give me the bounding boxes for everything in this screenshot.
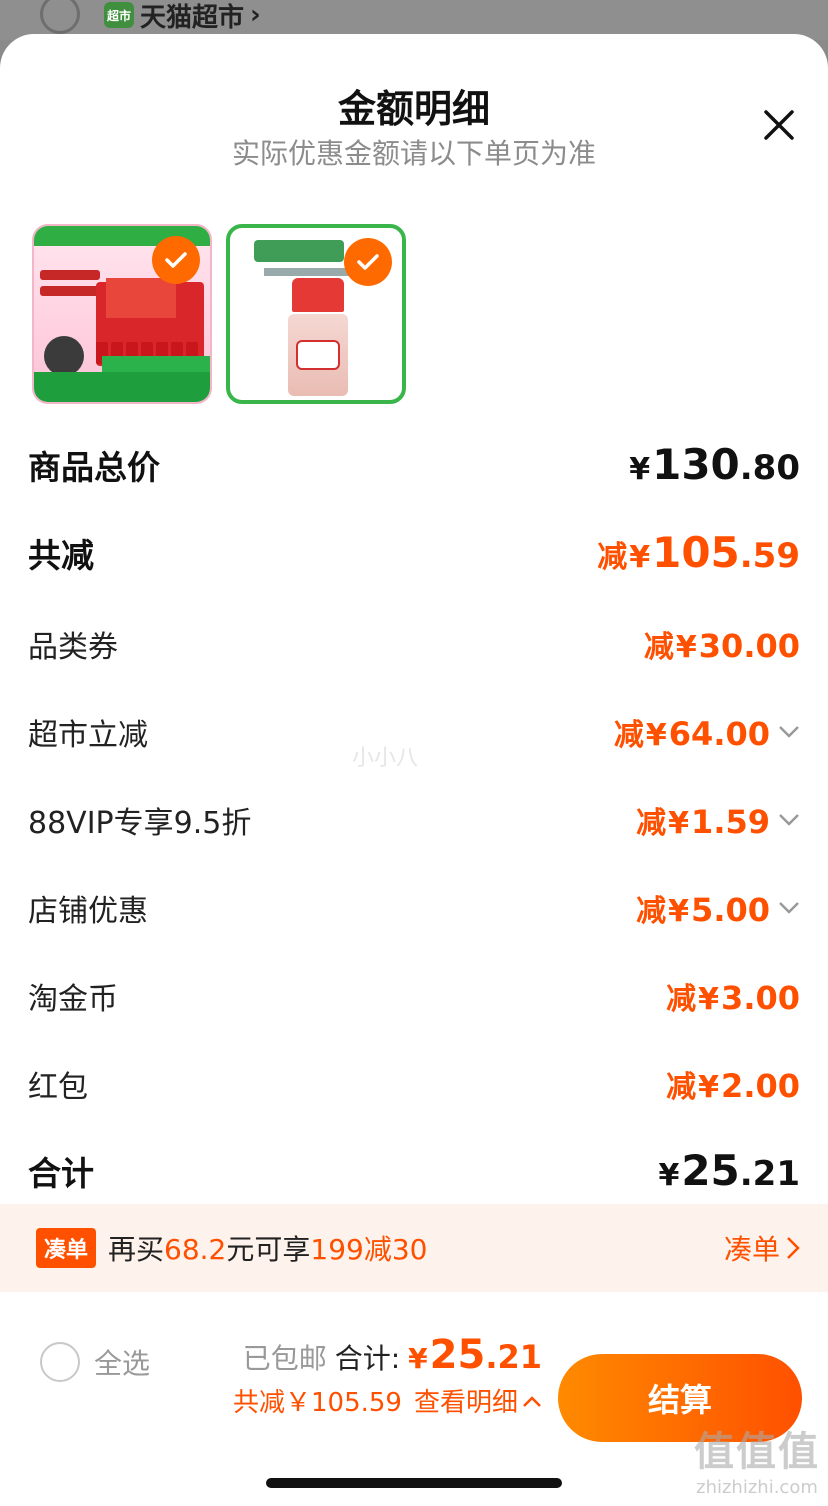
total-amount: ¥ 25 .21 [408, 1332, 542, 1378]
row-label: 超市立减 [28, 718, 148, 753]
tmall-cat-icon [44, 336, 84, 376]
view-details-link[interactable]: 查看明细 [414, 1382, 542, 1419]
row-label: 红包 [28, 1070, 88, 1105]
row-amount: 减 ¥ 5 .00 [636, 891, 770, 929]
chevron-down-icon[interactable] [770, 722, 800, 742]
store-name-link[interactable]: 超市 天猫超市 › [104, 0, 261, 33]
row-label: 共减 [28, 535, 94, 575]
chevron-down-icon[interactable] [770, 810, 800, 830]
product-thumbnail-garlic-powder[interactable] [226, 224, 406, 404]
add-on-promo-bar: 凑单 再买68.2元可享199减30 凑单 [0, 1204, 828, 1292]
row-red-packet: 红包 减 ¥ 2 .00 [28, 1062, 800, 1106]
selected-check-icon [344, 238, 392, 286]
select-all-radio[interactable] [40, 1342, 80, 1382]
row-total-discount: 共减 减 ¥ 105 .59 [28, 528, 800, 577]
product-thumbnail-gift-box[interactable] [32, 224, 212, 404]
chevron-up-icon [523, 1395, 541, 1407]
row-subtotal: 商品总价 ¥ 130 .80 [28, 440, 800, 489]
add-on-promo-text: 再买68.2元可享199减30 [108, 1233, 428, 1266]
free-shipping-label: 已包邮 [242, 1342, 327, 1375]
row-label: 合计 [28, 1153, 94, 1193]
close-button[interactable] [756, 102, 802, 148]
store-name: 天猫超市 [140, 2, 245, 33]
close-icon [764, 110, 794, 140]
add-on-tag: 凑单 [36, 1228, 97, 1268]
row-label: 商品总价 [28, 447, 160, 487]
sheet-title: 金额明细 [337, 87, 490, 131]
chevron-down-icon[interactable] [770, 898, 800, 918]
sheet-subtitle: 实际优惠金额请以下单页为准 [231, 137, 596, 170]
row-market-instant[interactable]: 超市立减 减 ¥ 64 .00 [28, 710, 800, 754]
row-taojin-coins: 淘金币 减 ¥ 3 .00 [28, 974, 800, 1018]
order-total-summary: 已包邮 合计: ¥ 25 .21 共减￥105.59 查看明细 [233, 1332, 542, 1419]
row-label: 店铺优惠 [28, 894, 148, 929]
row-label: 淘金币 [28, 982, 118, 1017]
row-shop-discount[interactable]: 店铺优惠 减 ¥ 5 .00 [28, 886, 800, 930]
home-indicator[interactable] [266, 1478, 562, 1488]
add-on-link[interactable]: 凑单 [724, 1228, 800, 1268]
site-watermark: 值值值 zhizhizhi.com [694, 1419, 820, 1498]
row-amount: 减 ¥ 2 .00 [666, 1067, 800, 1105]
amount-detail-sheet: 金额明细 实际优惠金额请以下单页为准 小小八 商品总价 ¥ 130 .80 共减… [0, 34, 828, 1506]
row-amount: 减 ¥ 64 .00 [613, 715, 770, 753]
row-amount: 减 ¥ 1 .59 [636, 803, 770, 841]
site-url: zhizhizhi.com [696, 1477, 818, 1498]
site-logo: 值值值 [694, 1429, 820, 1475]
total-savings: 共减￥105.59 [233, 1388, 402, 1418]
row-label: 88VIP专享9.5折 [28, 806, 252, 841]
select-all-toggle[interactable]: 全选 [40, 1342, 150, 1382]
select-all-label: 全选 [94, 1347, 151, 1380]
chevron-right-icon [787, 1237, 800, 1259]
row-grand-total: 合计 ¥ 25 .21 [28, 1146, 800, 1195]
product-thumbnails [32, 224, 406, 404]
selected-check-icon [152, 236, 200, 284]
total-label: 合计: [334, 1342, 401, 1375]
row-amount: 减 ¥ 105 .59 [597, 528, 800, 577]
row-88vip[interactable]: 88VIP专享9.5折 减 ¥ 1 .59 [28, 798, 800, 842]
store-select-radio[interactable] [40, 0, 80, 34]
row-amount: 减 ¥ 3 .00 [666, 979, 800, 1017]
spice-bottle-image [288, 278, 348, 398]
supermarket-badge-icon: 超市 [104, 2, 134, 28]
row-amount: ¥ 25 .21 [658, 1146, 800, 1195]
row-amount: ¥ 130 .80 [629, 440, 800, 489]
row-category-coupon: 品类券 减 ¥ 30 .00 [28, 622, 800, 666]
row-amount: 减 ¥ 30 .00 [643, 627, 800, 665]
row-label: 品类券 [28, 630, 118, 665]
chevron-right-icon: › [250, 0, 261, 30]
